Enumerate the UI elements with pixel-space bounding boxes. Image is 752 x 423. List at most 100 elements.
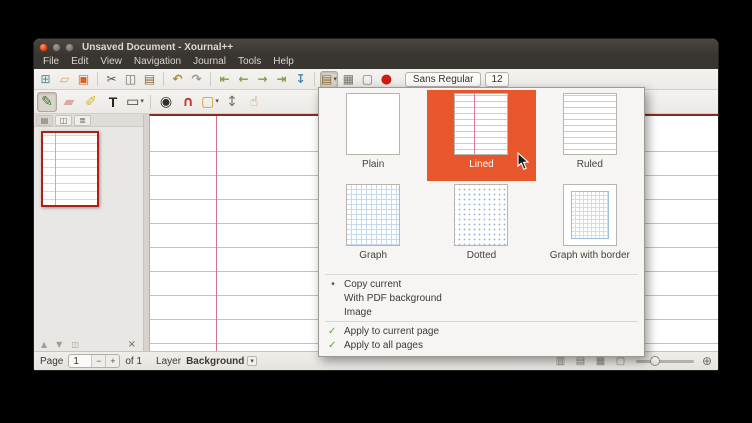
zoom-slider-handle[interactable]	[650, 356, 660, 366]
popup-separator	[325, 274, 638, 275]
contents-tab-icon[interactable]: ▤	[36, 115, 53, 126]
zoom-in-icon[interactable]: ⊕	[702, 354, 712, 368]
sidebar: ▤ ◫ ≣ ▲ ▼ ◫ ×	[34, 114, 144, 351]
page-label: Page	[40, 356, 63, 367]
template-plain-label: Plain	[362, 159, 384, 170]
mouse-cursor	[517, 152, 530, 176]
menu-journal[interactable]: Journal	[187, 55, 232, 69]
check-icon: ✓	[328, 340, 338, 351]
popup-separator	[325, 321, 638, 322]
menu-view[interactable]: View	[94, 55, 128, 69]
text-tool-icon[interactable]: T	[103, 92, 123, 112]
menu-file[interactable]: File	[37, 55, 65, 69]
check-icon: ✓	[328, 326, 338, 337]
menu-edit[interactable]: Edit	[65, 55, 94, 69]
first-page-icon[interactable]: ⇤	[216, 71, 233, 88]
layer-selector[interactable]: Background ▾	[186, 356, 257, 367]
menu-item-label: Apply to current page	[344, 326, 439, 337]
template-graph-with-border-preview	[563, 184, 617, 246]
template-grid: Plain Lined Ruled Graph Dotted Graph wit…	[319, 90, 644, 272]
redo-icon[interactable]: ↷	[188, 71, 205, 88]
cut-icon[interactable]: ✂	[103, 71, 120, 88]
sidebar-page-actions: ▲ ▼ ◫ ×	[34, 337, 143, 351]
page-thumbnail[interactable]	[41, 131, 99, 207]
menu-item-apply-to-current-page[interactable]: ✓ Apply to current page	[319, 324, 644, 338]
template-graph[interactable]: Graph	[319, 181, 427, 272]
template-lined-label: Lined	[469, 159, 493, 170]
menu-item-image[interactable]: Image	[319, 305, 644, 319]
page-decrement-button[interactable]: −	[91, 355, 105, 367]
copy-icon[interactable]: ◫	[122, 71, 139, 88]
graph-border-inner	[571, 191, 609, 239]
shapes-dropdown[interactable]: ▭ ▾	[125, 92, 145, 112]
screen: Unsaved Document - Xournal++ File Edit V…	[0, 0, 752, 423]
page-preview-tab-icon[interactable]: ◫	[55, 115, 72, 126]
template-graph-with-border-label: Graph with border	[550, 250, 630, 261]
page-increment-button[interactable]: +	[105, 355, 119, 367]
selection-dropdown[interactable]: ▢ ▾	[200, 92, 220, 112]
template-plain[interactable]: Plain	[319, 90, 427, 181]
menu-tools[interactable]: Tools	[232, 55, 267, 69]
vertical-space-icon[interactable]: ↕	[222, 92, 242, 112]
paste-icon[interactable]: ▤	[141, 71, 158, 88]
pen-tool-icon[interactable]: ✎	[37, 92, 57, 112]
record-audio-icon[interactable]: ●	[378, 71, 395, 88]
presentation-icon[interactable]: ▢	[359, 71, 376, 88]
page-count-label: of 1	[125, 356, 142, 367]
sidebar-tabs: ▤ ◫ ≣	[34, 114, 143, 127]
template-graph-with-border[interactable]: Graph with border	[536, 181, 644, 272]
page-template-icon: ▤	[321, 73, 332, 85]
page-thumbnail-panel	[34, 127, 143, 337]
chevron-down-icon: ▾	[215, 98, 219, 105]
template-graph-label: Graph	[359, 250, 387, 261]
page-number-field[interactable]: 1	[69, 355, 91, 367]
last-page-icon[interactable]: ⇥	[273, 71, 290, 88]
menu-item-copy-current[interactable]: • Copy current	[319, 277, 644, 291]
save-icon[interactable]: ▣	[75, 71, 92, 88]
zoom-slider-track[interactable]	[636, 360, 694, 363]
new-document-icon[interactable]: ⊞	[37, 71, 54, 88]
snap-magnet-icon[interactable]: ∩	[178, 92, 198, 112]
window-title: Unsaved Document - Xournal++	[82, 42, 233, 53]
move-page-down-icon[interactable]: ▼	[56, 340, 62, 349]
template-plain-preview	[346, 93, 400, 155]
previous-page-icon[interactable]: ←	[235, 71, 252, 88]
template-dotted-label: Dotted	[467, 250, 496, 261]
close-button[interactable]	[39, 43, 48, 52]
font-name-button[interactable]: Sans Regular	[405, 72, 482, 87]
minimize-button[interactable]	[52, 43, 61, 52]
eraser-tool-icon[interactable]: ▰	[59, 92, 79, 112]
template-ruled[interactable]: Ruled	[536, 90, 644, 181]
copy-page-icon[interactable]: ◫	[71, 340, 79, 349]
delete-page-icon[interactable]: ×	[128, 339, 136, 350]
maximize-button[interactable]	[65, 43, 74, 52]
toolbar-separator	[97, 72, 98, 86]
menu-navigation[interactable]: Navigation	[128, 55, 187, 69]
insert-page-dropdown[interactable]: ▤ ▾	[320, 71, 338, 88]
menubar: File Edit View Navigation Journal Tools …	[34, 55, 718, 69]
undo-icon[interactable]: ↶	[169, 71, 186, 88]
layer-preview-tab-icon[interactable]: ≣	[74, 115, 91, 126]
template-dotted[interactable]: Dotted	[427, 181, 535, 272]
highlighter-tool-icon[interactable]: ✐	[81, 92, 101, 112]
template-dotted-preview	[454, 184, 508, 246]
template-ruled-preview	[563, 93, 617, 155]
menu-item-label: Image	[344, 307, 372, 318]
toolbar-separator	[163, 72, 164, 86]
menu-help[interactable]: Help	[267, 55, 300, 69]
toolbar-separator	[314, 72, 315, 86]
chevron-down-icon: ▾	[140, 98, 144, 105]
next-page-icon[interactable]: →	[254, 71, 271, 88]
open-folder-icon[interactable]: ▱	[56, 71, 73, 88]
menu-item-label: Apply to all pages	[344, 340, 423, 351]
menu-item-apply-to-all-pages[interactable]: ✓ Apply to all pages	[319, 338, 644, 352]
selection-rect-icon: ▢	[201, 95, 214, 109]
goto-annotated-page-icon[interactable]: ↧	[292, 71, 309, 88]
move-page-up-icon[interactable]: ▲	[41, 340, 47, 349]
hand-tool-icon[interactable]: ☝	[244, 92, 264, 112]
shape-recognizer-icon[interactable]: ◉	[156, 92, 176, 112]
menu-item-with-pdf-background[interactable]: With PDF background	[319, 291, 644, 305]
grid-view-icon[interactable]: ▦	[340, 71, 357, 88]
page-background-popup: Plain Lined Ruled Graph Dotted Graph wit…	[318, 87, 645, 357]
font-size-field[interactable]: 12	[485, 72, 508, 87]
